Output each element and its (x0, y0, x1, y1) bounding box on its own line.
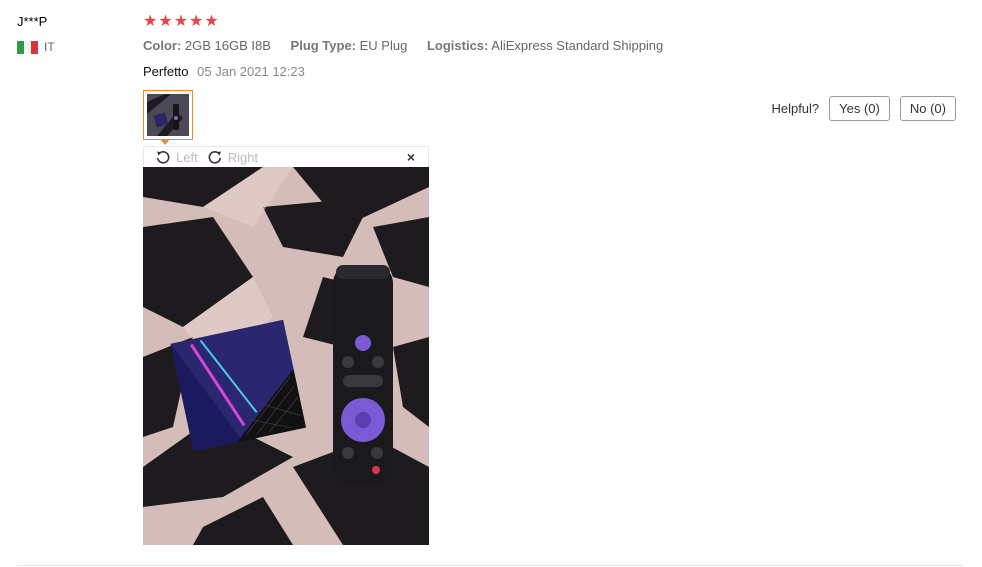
rotate-right-icon (208, 151, 221, 164)
thumbnail-image (147, 94, 189, 136)
attr-logistics-key: Logistics: (426, 38, 489, 53)
review-photo-large (143, 167, 429, 545)
rotate-left-label: Left (176, 149, 198, 165)
review-photo-thumbnail[interactable] (143, 90, 193, 140)
helpful-label: Helpful? (771, 101, 820, 116)
country-code: IT (44, 40, 55, 54)
rotate-right-label: Right (227, 149, 259, 165)
review-content: Perfetto 05 Jan 2021 12:23 (143, 64, 305, 79)
image-viewer-toolbar: Left Right × (143, 146, 429, 167)
star-icon: ★ (143, 13, 158, 30)
rotate-left-icon (156, 151, 170, 164)
close-viewer-icon[interactable]: × (407, 149, 415, 165)
rotate-left-button[interactable]: Left (155, 149, 198, 165)
review-date: 05 Jan 2021 12:23 (197, 64, 305, 79)
attr-color-key: Color: (143, 38, 182, 53)
order-attributes: Color: 2GB 16GB I8B Plug Type: EU Plug L… (143, 38, 679, 53)
attr-logistics: Logistics: AliExpress Standard Shipping (427, 38, 663, 53)
attr-plug-type: Plug Type: EU Plug (291, 38, 411, 53)
star-icon: ★ (158, 13, 173, 30)
helpful-yes-button[interactable]: Yes (0) (829, 96, 890, 121)
helpful-vote: Helpful? Yes (0) No (0) (771, 96, 956, 121)
attr-color: Color: 2GB 16GB I8B (143, 38, 275, 53)
star-icon: ★ (189, 13, 204, 30)
reviewer-name: J***P (17, 14, 48, 29)
attr-plug-key: Plug Type: (290, 38, 357, 53)
reviewer-country: IT (17, 40, 55, 54)
star-icon: ★ (173, 13, 189, 30)
thumbnail-pointer (160, 139, 170, 145)
review-text: Perfetto (143, 64, 189, 79)
star-icon: ★ (204, 13, 219, 30)
attr-color-value: 2GB 16GB I8B (184, 38, 271, 53)
italy-flag-icon (17, 40, 38, 54)
star-rating: ★ ★ ★ ★ ★ (143, 12, 219, 32)
attr-logistics-value: AliExpress Standard Shipping (491, 38, 664, 53)
review-divider (17, 565, 962, 566)
rotate-right-button[interactable]: Right (207, 149, 258, 165)
helpful-no-button[interactable]: No (0) (899, 96, 956, 121)
attr-plug-value: EU Plug (359, 38, 408, 53)
